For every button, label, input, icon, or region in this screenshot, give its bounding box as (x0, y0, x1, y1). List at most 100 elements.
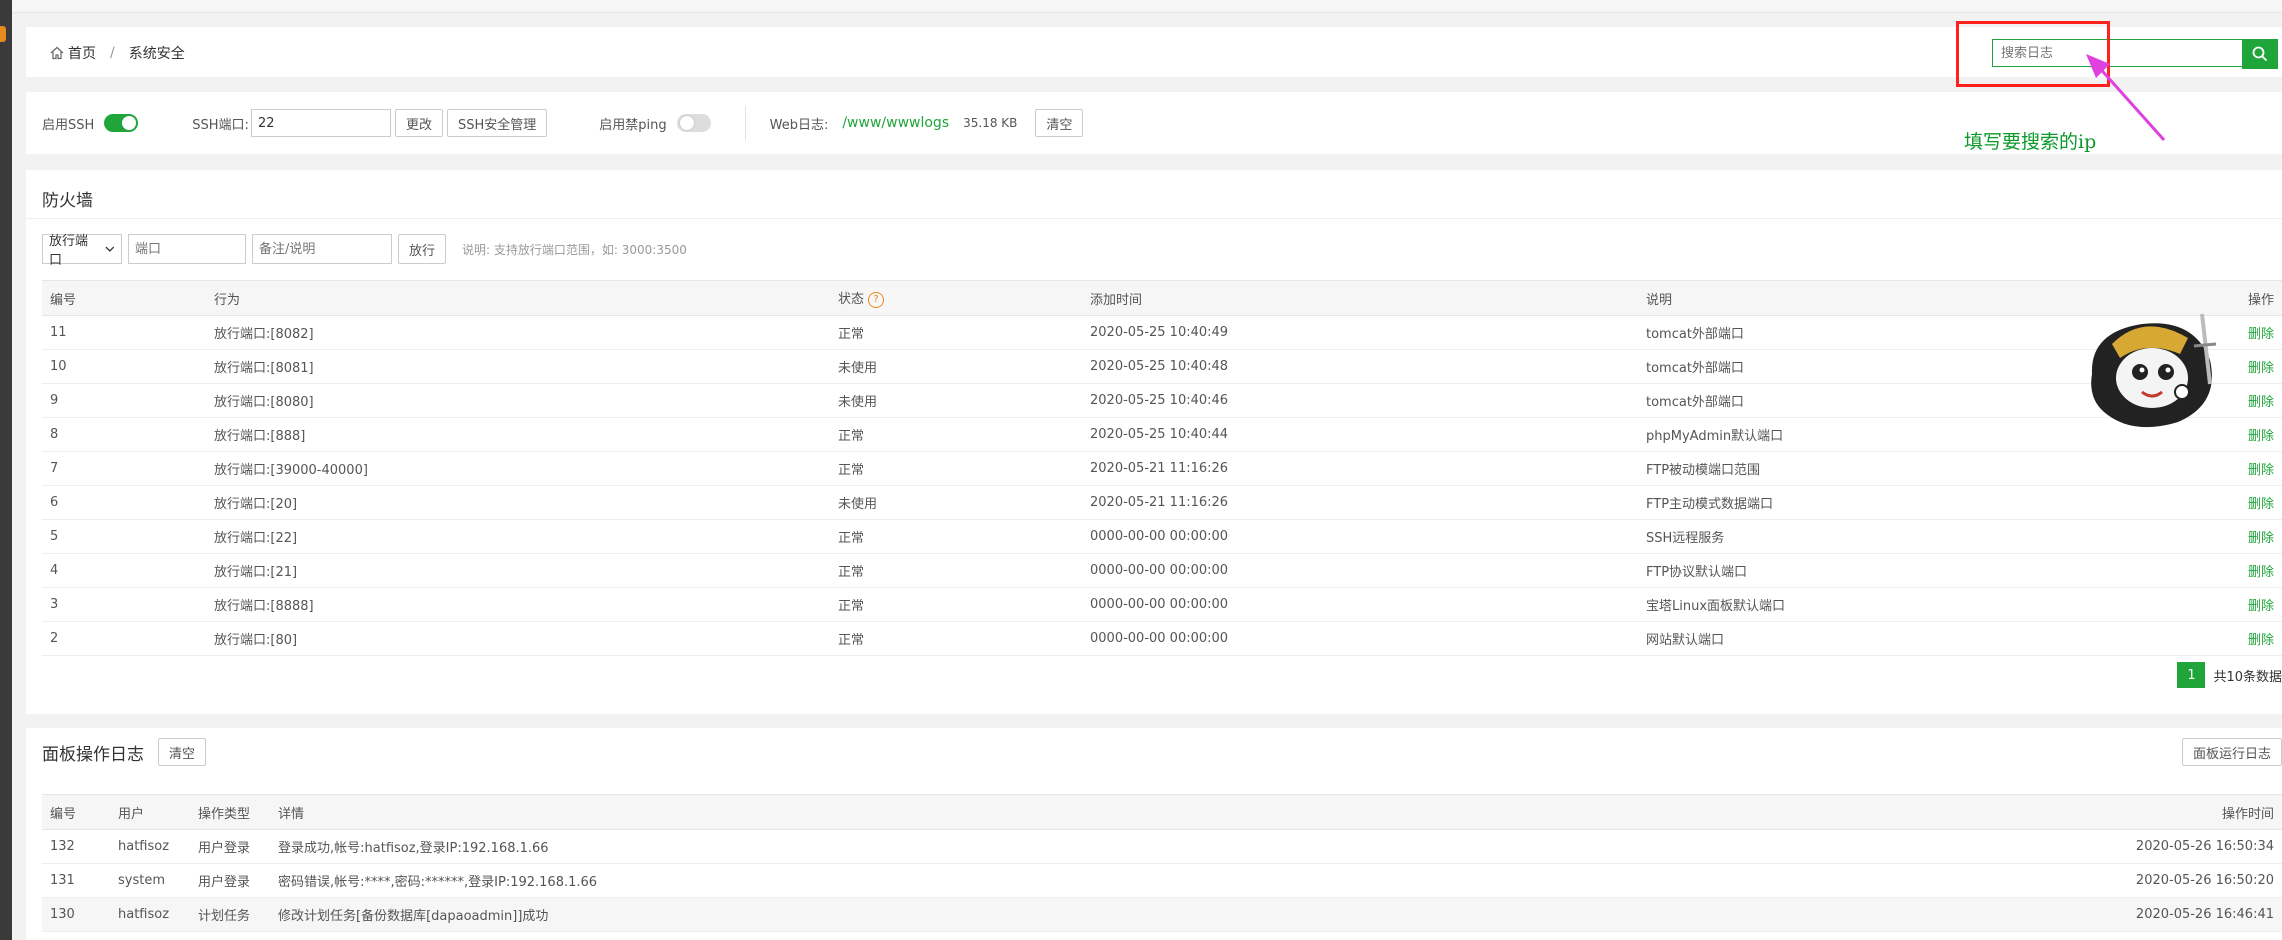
delete-link[interactable]: 删除 (2226, 485, 2282, 520)
cell-action: 放行端口:[80] (206, 621, 830, 656)
cell-time: 2020-05-21 11:16:26 (1082, 485, 1638, 520)
breadcrumb-current: 系统安全 (128, 46, 185, 62)
log-title: 面板操作日志 (42, 744, 144, 765)
ssh-label: 启用SSH (42, 117, 95, 133)
ping-toggle[interactable] (676, 114, 711, 132)
note-input[interactable] (252, 234, 392, 264)
change-port-button[interactable]: 更改 (394, 109, 443, 137)
cell-status: 正常 (830, 315, 1082, 350)
cell-note: 宝塔Linux面板默认端口 (1638, 587, 2226, 622)
cell-action: 放行端口:[22] (206, 519, 830, 554)
delete-link[interactable]: 删除 (2226, 587, 2282, 622)
ping-label: 启用禁ping (599, 117, 667, 133)
table-header-row: 编号 用户 操作类型 详情 操作时间 (42, 794, 2282, 830)
pagination: 1 共10条数据 (2177, 662, 2282, 688)
web-log-label: Web日志: (769, 117, 829, 133)
ssh-manage-button[interactable]: SSH安全管理 (446, 109, 548, 137)
settings-bar: 启用SSH SSH端口: 更改 SSH安全管理 启用禁ping Web日志: /… (26, 92, 2282, 154)
col-status: 状态? (830, 280, 1082, 316)
cell-id: 130 (42, 897, 110, 932)
cell-id: 7 (42, 451, 206, 486)
firewall-title: 防火墙 (42, 191, 93, 211)
divider (26, 218, 2282, 219)
page-total: 共10条数据 (2213, 669, 2282, 685)
cell-id: 8 (42, 417, 206, 452)
cell-action: 放行端口:[8080] (206, 383, 830, 418)
table-row: 130 hatfisoz 计划任务 修改计划任务[备份数据库[dapaoadmin]]… (42, 897, 2282, 932)
cell-status: 未使用 (830, 349, 1082, 384)
help-icon[interactable]: ? (868, 291, 885, 308)
delete-link[interactable]: 删除 (2226, 621, 2282, 656)
cell-id: 4 (42, 553, 206, 588)
clear-log-button[interactable]: 清空 (158, 738, 207, 766)
ssh-port-label: SSH端口: (192, 117, 249, 133)
cell-type: 计划任务 (190, 897, 270, 932)
panel-log-section: 面板操作日志 清空 面板运行日志 编号 用户 操作类型 详情 操作时间 132 h… (26, 728, 2282, 940)
table-row: 11 放行端口:[8082] 正常 2020-05-25 10:40:49 tomcat… (42, 315, 2282, 350)
table-row: 6 放行端口:[20] 未使用 2020-05-21 11:16:26 FTP主动模式数… (42, 485, 2282, 520)
col-time: 添加时间 (1082, 280, 1638, 316)
cell-status: 正常 (830, 451, 1082, 486)
page-1-button[interactable]: 1 (2177, 662, 2206, 688)
delete-link[interactable]: 删除 (2226, 417, 2282, 452)
allow-port-button[interactable]: 放行 (398, 234, 447, 264)
table-row: 2 放行端口:[80] 正常 0000-00-00 00:00:00 网站默认端口 删除 (42, 621, 2282, 656)
breadcrumb: 首页 / 系统安全 (50, 43, 185, 63)
delete-link[interactable]: 删除 (2226, 315, 2282, 350)
cell-time: 2020-05-26 16:46:41 (2066, 897, 2282, 932)
cell-action: 放行端口:[20] (206, 485, 830, 520)
col-action: 行为 (206, 280, 830, 316)
chevron-down-icon (105, 246, 115, 252)
cell-status: 未使用 (830, 383, 1082, 418)
cell-status: 正常 (830, 587, 1082, 622)
clear-web-log-button[interactable]: 清空 (1035, 109, 1084, 137)
breadcrumb-home[interactable]: 首页 (50, 43, 96, 63)
port-input[interactable] (128, 234, 246, 264)
cell-action: 放行端口:[8082] (206, 315, 830, 350)
log-table: 编号 用户 操作类型 详情 操作时间 132 hatfisoz 用户登录 登录成功,帐… (42, 794, 2282, 932)
delete-link[interactable]: 删除 (2226, 349, 2282, 384)
cell-action: 放行端口:[8081] (206, 349, 830, 384)
cell-note: 网站默认端口 (1638, 621, 2226, 656)
web-log-path-link[interactable]: /www/wwwlogs (842, 115, 949, 131)
cell-id: 131 (42, 863, 110, 898)
cell-time: 0000-00-00 00:00:00 (1082, 553, 1638, 588)
table-row: 3 放行端口:[8888] 正常 0000-00-00 00:00:00 宝塔Linux… (42, 587, 2282, 622)
home-icon (50, 46, 64, 60)
table-row: 131 system 用户登录 密码错误,帐号:****,密码:******,登录IP… (42, 863, 2282, 898)
left-sidebar-strip (0, 0, 12, 940)
cell-id: 2 (42, 621, 206, 656)
delete-link[interactable]: 删除 (2226, 451, 2282, 486)
run-log-button[interactable]: 面板运行日志 (2181, 738, 2282, 766)
sidebar-active-marker (0, 26, 6, 42)
cell-time: 2020-05-25 10:40:49 (1082, 315, 1638, 350)
ssh-toggle[interactable] (104, 114, 139, 132)
table-row: 8 放行端口:[888] 正常 2020-05-25 10:40:44 phpMyAdm… (42, 417, 2282, 452)
table-row: 4 放行端口:[21] 正常 0000-00-00 00:00:00 FTP协议默认端口… (42, 553, 2282, 588)
cell-time: 2020-05-25 10:40:48 (1082, 349, 1638, 384)
delete-link[interactable]: 删除 (2226, 519, 2282, 554)
breadcrumb-home-label: 首页 (68, 46, 96, 62)
breadcrumb-separator: / (110, 45, 115, 61)
delete-link[interactable]: 删除 (2226, 553, 2282, 588)
firewall-table: 编号 行为 状态? 添加时间 说明 操作 11 放行端口:[8082] 正常 2020… (42, 280, 2282, 656)
cell-action: 放行端口:[888] (206, 417, 830, 452)
log-header: 面板操作日志 清空 (42, 738, 207, 766)
cell-user: hatfisoz (110, 897, 190, 932)
rule-type-select[interactable]: 放行端口 (42, 234, 122, 268)
cell-id: 3 (42, 587, 206, 622)
table-row: 132 hatfisoz 用户登录 登录成功,帐号:hatfisoz,登录IP:192… (42, 829, 2282, 864)
cell-status: 正常 (830, 621, 1082, 656)
cell-note: FTP主动模式数据端口 (1638, 485, 2226, 520)
delete-link[interactable]: 删除 (2226, 383, 2282, 418)
cell-time: 0000-00-00 00:00:00 (1082, 587, 1638, 622)
annotation-text: 填写要搜索的ip (1964, 131, 2097, 153)
col-time: 操作时间 (2066, 794, 2282, 830)
cell-action: 放行端口:[21] (206, 553, 830, 588)
cell-type: 用户登录 (190, 829, 270, 864)
search-button[interactable] (2242, 39, 2278, 69)
table-row: 10 放行端口:[8081] 未使用 2020-05-25 10:40:48 tomca… (42, 349, 2282, 384)
cell-note: FTP被动模端口范围 (1638, 451, 2226, 486)
cell-status: 正常 (830, 417, 1082, 452)
ssh-port-input[interactable] (250, 109, 391, 137)
